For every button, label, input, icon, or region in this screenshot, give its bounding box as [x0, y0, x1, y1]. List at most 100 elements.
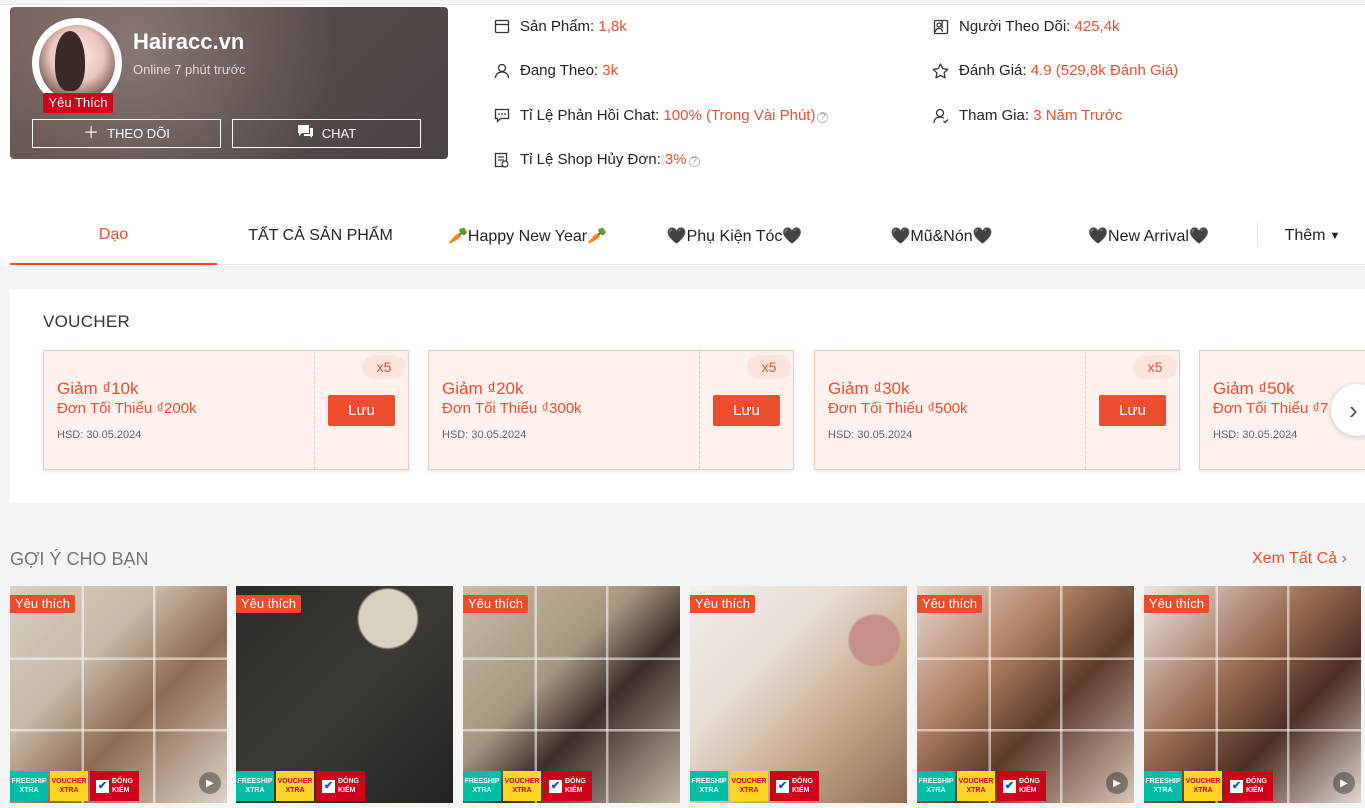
product-card[interactable]: Yêu thích FREESHIP XTRA VOUCHER XTRA ✔ ĐÓNG… — [690, 586, 907, 803]
stat-following: Đang Theo: 3k — [493, 62, 618, 79]
product-badges: FREESHIP XTRA VOUCHER XTRA ✔ ĐÓNG KIỂM — [463, 771, 592, 801]
check-icon: ✔ — [776, 779, 789, 793]
stat-following-value: 3k — [602, 62, 619, 79]
product-badges: FREESHIP XTRA VOUCHER XTRA ✔ ĐÓNG KIỂM — [1144, 771, 1273, 801]
stat-cancel-rate: Tỉ Lệ Shop Hủy Đơn: 3%? — [493, 151, 700, 168]
check-icon: ✔ — [96, 779, 109, 793]
voucher-expiry: HSD: 30.05.2024 — [1213, 429, 1298, 441]
voucher-expiry: HSD: 30.05.2024 — [57, 429, 142, 441]
voucher-badge: VOUCHER XTRA — [50, 771, 88, 801]
voucher-discount: Giảm ₫20k — [442, 379, 524, 398]
voucher-expiry: HSD: 30.05.2024 — [828, 429, 913, 441]
voucher-badge: VOUCHER XTRA — [503, 771, 541, 801]
tab-divider — [1257, 223, 1258, 247]
stat-products-value: 1,8k — [598, 18, 627, 35]
stat-cancel-rate-value: 3% — [664, 151, 687, 168]
freeship-badge: FREESHIP XTRA — [690, 771, 728, 801]
voucher-discount: Giảm ₫30k — [828, 379, 910, 398]
voucher-save-button[interactable]: Lưu — [713, 395, 780, 426]
voucher-save-button[interactable]: Lưu — [1099, 395, 1166, 426]
stat-chat-rate: Tỉ Lệ Phản Hồi Chat: 100% (Trong Vài Phú… — [493, 107, 829, 124]
chat-button[interactable]: CHAT — [232, 119, 421, 148]
voucher-save-button[interactable]: Lưu — [328, 395, 395, 426]
tab-hair-accessories[interactable]: 🖤Phụ Kiện Tóc🖤 — [631, 207, 838, 265]
stat-cancel-rate-label: Tỉ Lệ Shop Hủy Đơn: — [520, 151, 661, 168]
shop-name: Hairacc.vn — [133, 29, 245, 54]
favorite-badge: Yêu thích — [690, 595, 755, 613]
favorite-badge: Yêu thích — [463, 595, 528, 613]
voucher-quantity: x5 — [362, 355, 406, 379]
verified-badge: ✔ ĐÓNG KIỂM — [997, 771, 1046, 801]
favorite-badge: Yêu thích — [1144, 595, 1209, 613]
favorite-badge: Yêu thích — [236, 595, 301, 613]
stat-chat-rate-value: 100% (Trong Vài Phút) — [663, 107, 816, 124]
tab-new-arrival[interactable]: 🖤New Arrival🖤 — [1045, 207, 1252, 265]
stat-followers-label: Người Theo Dõi: — [959, 18, 1071, 35]
chat-bubble-icon — [493, 107, 510, 124]
tab-hats[interactable]: 🖤Mũ&Nón🖤 — [838, 207, 1045, 265]
stat-joined-label: Tham Gia: — [959, 107, 1030, 124]
stat-products-label: Sản Phẩm: — [520, 18, 595, 35]
tab-more-label: Thêm — [1284, 227, 1326, 244]
product-card[interactable]: Yêu thích FREESHIP XTRA VOUCHER XTRA ✔ ĐÓNG… — [917, 586, 1134, 803]
voucher-discount: Giảm ₫10k — [57, 379, 139, 398]
stat-products: Sản Phẩm: 1,8k — [493, 18, 627, 35]
chat-button-label: CHAT — [321, 126, 357, 141]
help-icon[interactable]: ? — [688, 156, 700, 167]
stat-following-label: Đang Theo: — [520, 62, 599, 79]
chevron-right-icon: › — [1349, 394, 1358, 425]
voucher-card: Giảm ₫10k Đơn Tối Thiểu ₫200k HSD: 30.05… — [43, 350, 409, 470]
voucher-min-order: Đơn Tối Thiểu ₫7 — [1213, 400, 1329, 417]
voucher-badge: VOUCHER XTRA — [1184, 771, 1222, 801]
product-card[interactable]: Yêu thích FREESHIP XTRA VOUCHER XTRA ✔ ĐÓNG… — [463, 586, 680, 803]
voucher-card: Giảm ₫20k Đơn Tối Thiểu ₫300k HSD: 30.05… — [428, 350, 794, 470]
receipt-icon — [493, 151, 510, 168]
voucher-badge: VOUCHER XTRA — [276, 771, 314, 801]
product-badges: FREESHIP XTRA VOUCHER XTRA ✔ ĐÓNG KIỂM — [917, 771, 1046, 801]
freeship-badge: FREESHIP XTRA — [463, 771, 501, 801]
play-video-icon[interactable]: ▶ — [1333, 772, 1355, 794]
voucher-min-order: Đơn Tối Thiểu ₫500k — [828, 400, 968, 417]
see-all-link[interactable]: Xem Tất Cả › — [1252, 550, 1347, 568]
freeship-badge: FREESHIP XTRA — [236, 771, 274, 801]
tab-all-products[interactable]: TẤT CẢ SẢN PHẨM — [217, 207, 424, 265]
follow-button[interactable]: ＋ THEO DÕI — [32, 119, 221, 148]
play-video-icon[interactable]: ▶ — [199, 772, 221, 794]
voucher-card: Giảm ₫30k Đơn Tối Thiểu ₫500k HSD: 30.05… — [814, 350, 1180, 470]
chevron-right-icon: › — [1341, 550, 1347, 567]
product-badges: FREESHIP XTRA VOUCHER XTRA ✔ ĐÓNG KIỂM — [10, 771, 139, 801]
stat-chat-rate-label: Tỉ Lệ Phản Hồi Chat: — [520, 107, 660, 124]
followers-icon — [932, 18, 949, 35]
tab-more[interactable]: Thêm ▼ — [1260, 207, 1365, 265]
preferred-badge: Yêu Thích — [43, 93, 113, 113]
verified-badge: ✔ ĐÓNG KIỂM — [1224, 771, 1273, 801]
product-card[interactable]: Yêu thích FREESHIP XTRA VOUCHER XTRA ✔ ĐÓNG… — [1144, 586, 1361, 803]
voucher-badge: VOUCHER XTRA — [957, 771, 995, 801]
product-badges: FREESHIP XTRA VOUCHER XTRA ✔ ĐÓNG KIỂM — [690, 771, 819, 801]
play-video-icon[interactable]: ▶ — [1106, 772, 1128, 794]
caret-down-icon: ▼ — [1329, 230, 1341, 242]
voucher-panel: VOUCHER Giảm ₫10k Đơn Tối Thiểu ₫200k HS… — [10, 289, 1365, 503]
user-check-icon — [932, 107, 949, 124]
tab-browse[interactable]: Dạo — [10, 207, 217, 265]
voucher-badge: VOUCHER XTRA — [730, 771, 768, 801]
favorite-badge: Yêu thích — [10, 595, 75, 613]
verified-badge: ✔ ĐÓNG KIỂM — [90, 771, 139, 801]
product-card[interactable]: Yêu thích FREESHIP XTRA VOUCHER XTRA ✔ ĐÓNG… — [10, 586, 227, 803]
stat-followers: Người Theo Dõi: 425,4k — [932, 18, 1120, 35]
shop-tabs: Dạo TẤT CẢ SẢN PHẨM 🥕Happy New Year🥕 🖤Ph… — [10, 207, 1365, 265]
voucher-expiry: HSD: 30.05.2024 — [442, 429, 527, 441]
stat-joined-value: 3 Năm Trước — [1033, 107, 1123, 124]
stat-rating-label: Đánh Giá: — [959, 62, 1027, 79]
tab-happy-new-year[interactable]: 🥕Happy New Year🥕 — [424, 207, 631, 265]
star-icon — [932, 62, 949, 79]
product-badges: FREESHIP XTRA VOUCHER XTRA ✔ ĐÓNG KIỂM — [236, 771, 365, 801]
voucher-discount: Giảm ₫50k — [1213, 379, 1295, 398]
help-icon[interactable]: ? — [817, 112, 829, 123]
store-icon — [493, 18, 510, 35]
voucher-min-order: Đơn Tối Thiểu ₫300k — [442, 400, 582, 417]
product-card[interactable]: Yêu thích FREESHIP XTRA VOUCHER XTRA ✔ ĐÓNG… — [236, 586, 453, 803]
verified-badge: ✔ ĐÓNG KIỂM — [770, 771, 819, 801]
see-all-label: Xem Tất Cả — [1252, 550, 1338, 567]
stat-rating-value: 4.9 (529,8k Đánh Giá) — [1030, 62, 1179, 79]
